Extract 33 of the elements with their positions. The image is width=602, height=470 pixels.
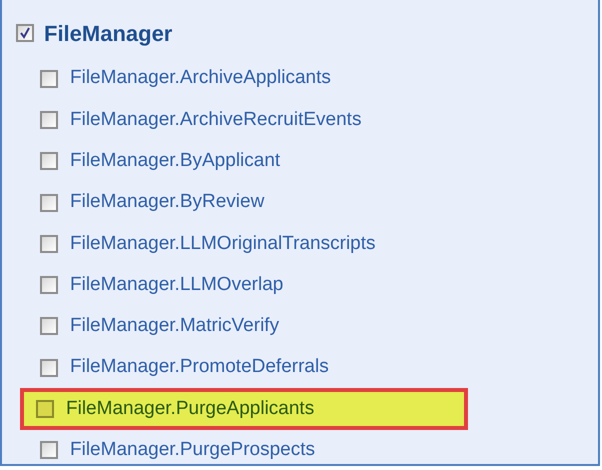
list-row[interactable]: FileManager.ArchiveRecruitEvents [40, 106, 362, 134]
checkbox[interactable] [40, 276, 58, 294]
checkbox[interactable] [16, 24, 34, 42]
checkbox[interactable] [36, 400, 54, 418]
checkbox[interactable] [40, 358, 58, 377]
list-row[interactable]: FileManager.ByReview [40, 188, 264, 217]
list-row[interactable]: FileManager.ArchiveApplicants [40, 64, 331, 93]
item-label: FileManager.MatricVerify [70, 314, 280, 338]
item-label: FileManager.ArchiveApplicants [70, 66, 331, 90]
checkbox[interactable] [40, 194, 58, 212]
item-label: FileManager.PurgeProspects [70, 438, 316, 462]
list-row[interactable]: FileManager.MatricVerify [40, 312, 280, 341]
item-label: FileManager.PromoteDeferrals [70, 355, 329, 380]
checkbox[interactable] [40, 317, 58, 336]
list-row[interactable]: FileManager.LLMOverlap [40, 270, 284, 300]
checkbox[interactable] [40, 234, 58, 253]
item-label: FileManager.ByReview [70, 190, 264, 214]
item-label: FileManager.PurgeApplicants [66, 396, 314, 421]
list-row[interactable]: FileManager.PurgeProspects [40, 436, 316, 465]
item-label: FileManager.LLMOverlap [70, 272, 284, 297]
list-row[interactable]: FileManager.LLMOriginalTranscripts [40, 230, 376, 258]
checkbox[interactable] [40, 70, 58, 88]
checkbox[interactable] [40, 152, 58, 170]
item-label: FileManager.LLMOriginalTranscripts [70, 232, 376, 256]
group-label: FileManager [44, 20, 172, 48]
checkbox[interactable] [40, 110, 58, 129]
item-label: FileManager.ByApplicant [70, 148, 280, 173]
item-label: FileManager.ArchiveRecruitEvents [70, 108, 362, 132]
highlighted-row[interactable]: FileManager.PurgeApplicants [20, 388, 468, 430]
list-row[interactable]: FileManager.ByApplicant [40, 146, 280, 176]
check-icon [19, 27, 31, 39]
list-row[interactable]: FileManager.PromoteDeferrals [40, 353, 329, 382]
checkbox[interactable] [40, 441, 58, 460]
